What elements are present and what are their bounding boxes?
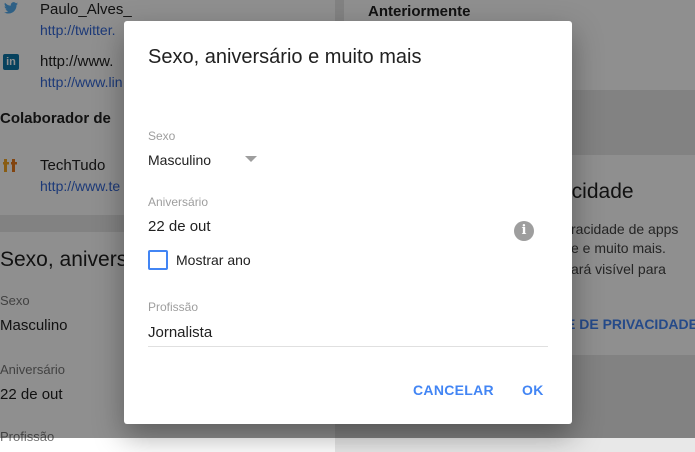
ok-button[interactable]: OK	[522, 382, 544, 398]
sex-select[interactable]: Masculino	[148, 152, 211, 168]
profession-underline	[148, 346, 548, 347]
sex-field-label: Sexo	[148, 129, 176, 143]
dialog-title: Sexo, aniversário e muito mais	[148, 46, 422, 68]
show-year-label[interactable]: Mostrar ano	[176, 252, 251, 268]
show-year-checkbox[interactable]	[148, 250, 168, 270]
profession-input[interactable]: Jornalista	[148, 324, 212, 341]
edit-dialog: Sexo, aniversário e muito mais Sexo Masc…	[124, 21, 572, 424]
info-icon[interactable]: i	[514, 221, 534, 241]
chevron-down-icon[interactable]	[245, 156, 257, 162]
birthday-input[interactable]: 22 de out	[148, 218, 211, 235]
cancel-button[interactable]: CANCELAR	[413, 382, 494, 398]
birthday-field-label: Aniversário	[148, 195, 209, 209]
profession-field-label: Profissão	[148, 300, 199, 314]
